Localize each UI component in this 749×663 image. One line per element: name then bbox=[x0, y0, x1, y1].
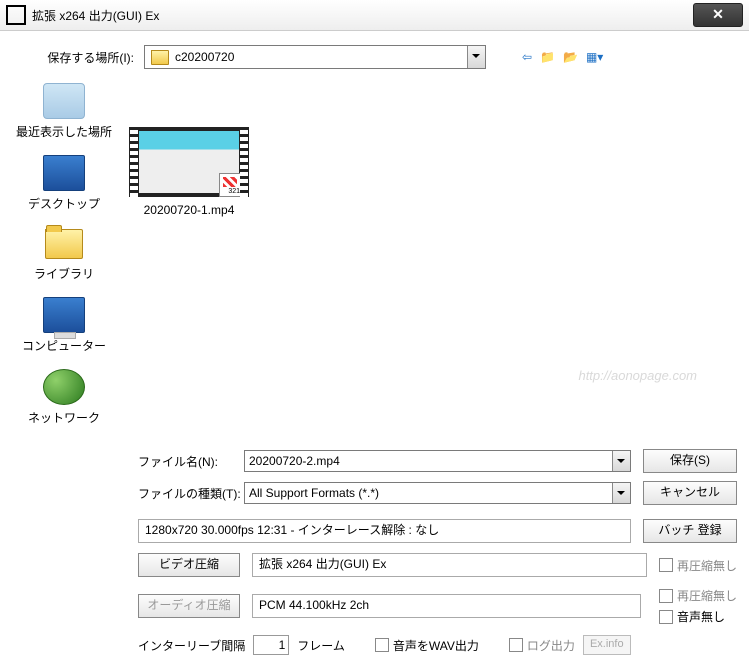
checkbox-icon bbox=[659, 589, 673, 603]
recent-icon bbox=[43, 83, 85, 119]
file-item[interactable]: 321 20200720-1.mp4 bbox=[126, 127, 252, 217]
file-item-name: 20200720-1.mp4 bbox=[126, 203, 252, 217]
computer-icon bbox=[43, 297, 85, 333]
network-icon bbox=[43, 369, 85, 405]
file-list-area[interactable]: 321 20200720-1.mp4 http://aonopage.com bbox=[116, 77, 737, 391]
close-button[interactable]: ✕ bbox=[693, 3, 743, 27]
wav-output-checkbox[interactable]: 音声をWAV出力 bbox=[375, 637, 479, 654]
interleave-unit: フレーム bbox=[297, 637, 345, 654]
place-network[interactable]: ネットワーク bbox=[12, 369, 116, 425]
checkbox-icon bbox=[659, 610, 673, 624]
audio-codec-box: PCM 44.100kHz 2ch bbox=[252, 594, 641, 618]
save-button[interactable]: 保存(S) bbox=[643, 449, 737, 473]
place-desktop[interactable]: デスクトップ bbox=[12, 155, 116, 211]
checkbox-icon bbox=[375, 638, 389, 652]
batch-register-button[interactable]: バッチ 登録 bbox=[643, 519, 737, 543]
filetype-combo[interactable]: All Support Formats (*.*) bbox=[244, 482, 631, 504]
desktop-icon bbox=[43, 155, 85, 191]
window-title: 拡張 x264 出力(GUI) Ex bbox=[32, 7, 693, 24]
filename-label: ファイル名(N): bbox=[138, 453, 244, 470]
video-no-recompress-checkbox: 再圧縮無し bbox=[659, 557, 737, 574]
save-location-combo[interactable]: c20200720 bbox=[144, 45, 486, 69]
checkbox-icon bbox=[509, 638, 523, 652]
save-location-label: 保存する場所(I): bbox=[12, 49, 144, 66]
audio-compress-button: オーディオ圧縮 bbox=[138, 594, 240, 618]
interleave-label: インターリーブ間隔 bbox=[138, 637, 245, 654]
log-output-checkbox: ログ出力 bbox=[509, 637, 575, 654]
exinfo-button: Ex.info bbox=[583, 635, 631, 655]
cancel-button[interactable]: キャンセル bbox=[643, 481, 737, 505]
video-compress-button[interactable]: ビデオ圧縮 bbox=[138, 553, 240, 577]
audio-no-recompress-checkbox: 再圧縮無し bbox=[659, 587, 737, 604]
video-info-bar: 1280x720 30.000fps 12:31 - インターレース解除 : な… bbox=[138, 519, 631, 543]
interleave-input[interactable]: 1 bbox=[253, 635, 289, 655]
chevron-down-icon[interactable] bbox=[467, 46, 485, 68]
checkbox-icon bbox=[659, 558, 673, 572]
folder-icon bbox=[151, 50, 169, 65]
chevron-down-icon[interactable] bbox=[612, 451, 630, 471]
save-location-value: c20200720 bbox=[175, 50, 234, 64]
no-audio-checkbox[interactable]: 音声無し bbox=[659, 608, 737, 625]
chevron-down-icon[interactable] bbox=[612, 483, 630, 503]
place-library[interactable]: ライブラリ bbox=[12, 227, 116, 281]
watermark: http://aonopage.com bbox=[578, 368, 697, 383]
nav-toolbar: ⇦ 📁 📂 ▦▾ bbox=[522, 50, 603, 64]
library-icon bbox=[44, 227, 84, 261]
video-codec-box: 拡張 x264 出力(GUI) Ex bbox=[252, 553, 647, 577]
filename-input[interactable]: 20200720-2.mp4 bbox=[244, 450, 631, 472]
place-computer[interactable]: コンピューター bbox=[12, 297, 116, 353]
new-folder-icon[interactable]: 📂 bbox=[563, 50, 578, 64]
back-icon[interactable]: ⇦ bbox=[522, 50, 532, 64]
place-recent[interactable]: 最近表示した場所 bbox=[12, 83, 116, 139]
video-thumbnail-icon: 321 bbox=[129, 127, 249, 197]
up-folder-icon[interactable]: 📁 bbox=[540, 50, 555, 64]
app-icon bbox=[6, 5, 26, 25]
filetype-label: ファイルの種類(T): bbox=[138, 485, 244, 502]
view-menu-icon[interactable]: ▦▾ bbox=[586, 50, 603, 64]
